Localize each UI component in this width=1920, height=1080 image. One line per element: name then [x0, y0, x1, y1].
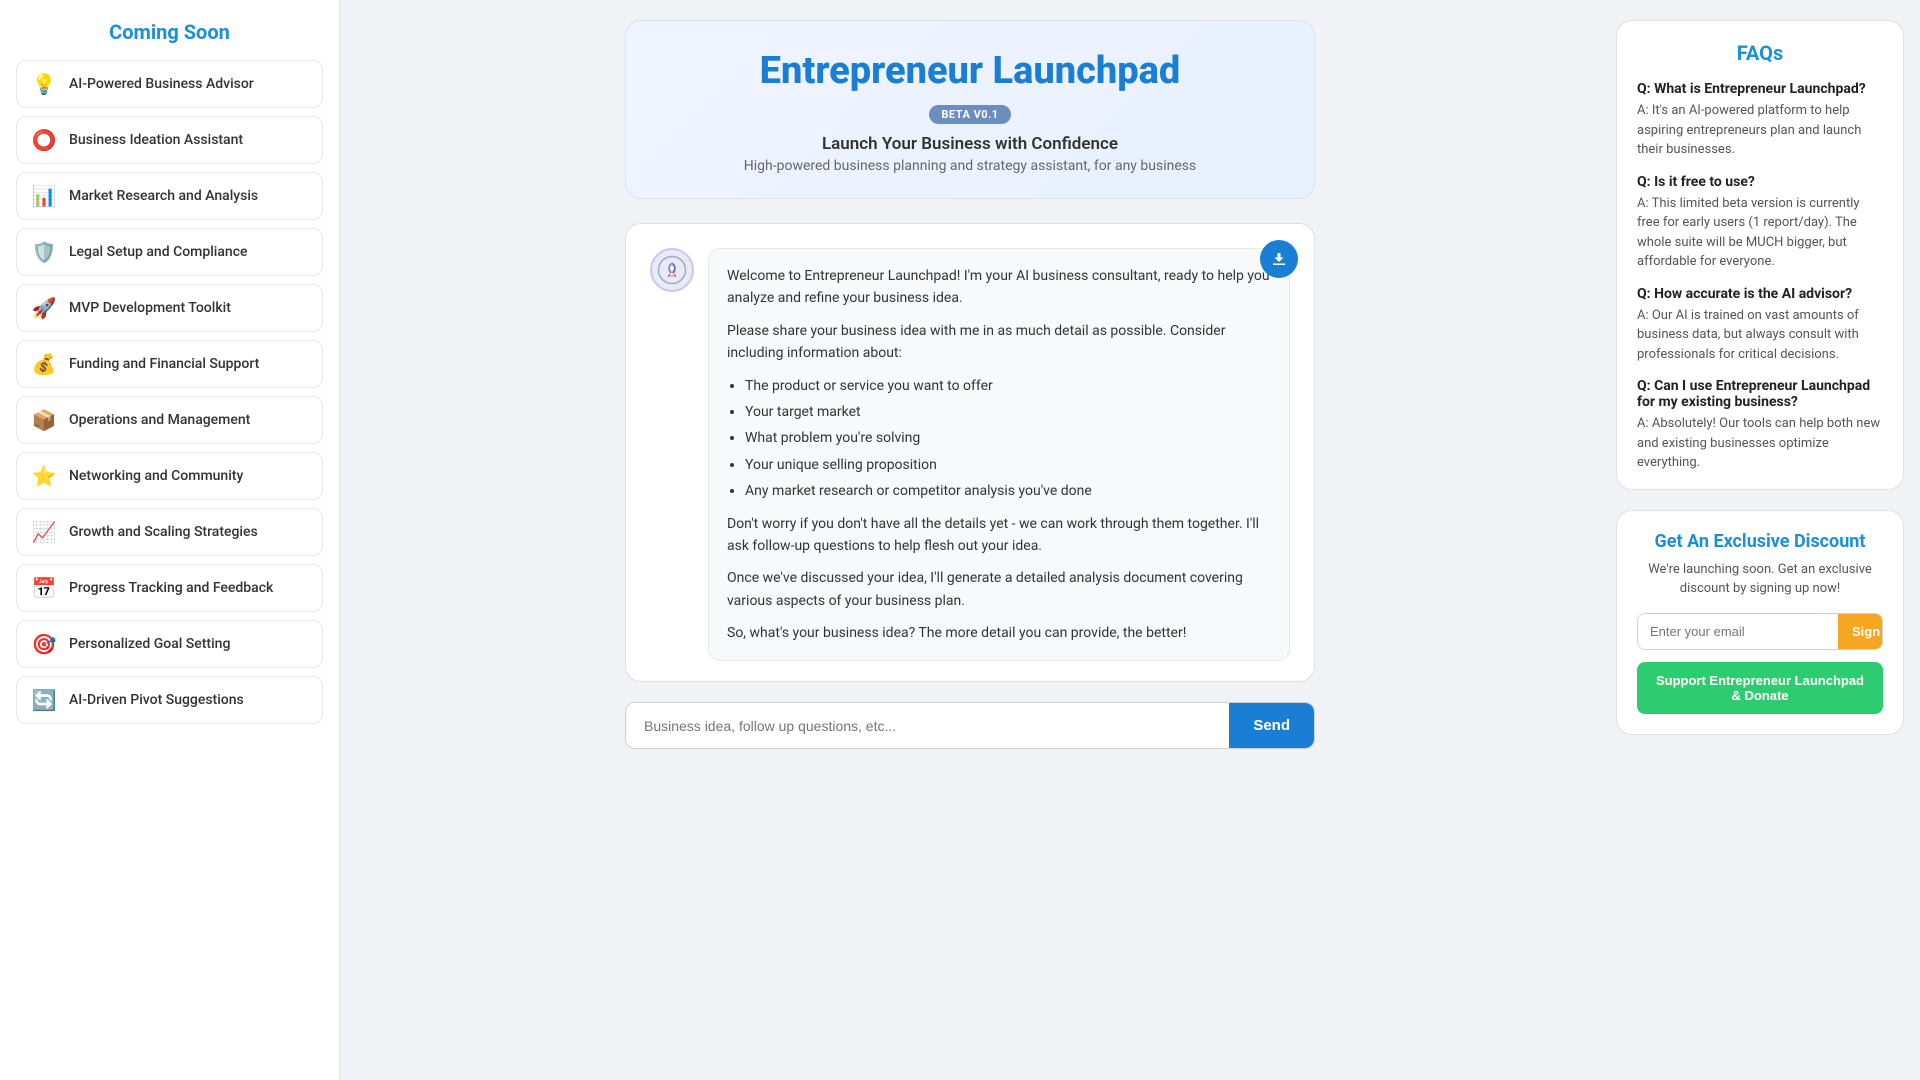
chat-bullet-item: The product or service you want to offer	[745, 375, 1271, 397]
sidebar-item-business-ideation[interactable]: ⭕ Business Ideation Assistant	[16, 116, 323, 164]
sidebar-icon-operations-management: 📦	[31, 408, 57, 432]
chat-p2: Please share your business idea with me …	[727, 320, 1271, 365]
sidebar-icon-ai-business-advisor: 💡	[31, 72, 57, 96]
sidebar-label-networking-community: Networking and Community	[69, 468, 243, 484]
sidebar-icon-networking-community: ⭐	[31, 464, 57, 488]
sidebar-label-operations-management: Operations and Management	[69, 412, 250, 428]
faq-answer-2: A: Our AI is trained on vast amounts of …	[1637, 306, 1883, 365]
faq-question-1: Q: Is it free to use?	[1637, 174, 1883, 190]
sidebar-label-business-ideation: Business Ideation Assistant	[69, 132, 243, 148]
chat-message: Welcome to Entrepreneur Launchpad! I'm y…	[650, 248, 1290, 661]
header-description: High-powered business planning and strat…	[658, 158, 1282, 174]
chat-bullet-item: Your target market	[745, 401, 1271, 423]
chat-p3: Don't worry if you don't have all the de…	[727, 513, 1271, 558]
sidebar-label-mvp-development: MVP Development Toolkit	[69, 300, 231, 316]
sidebar-icon-funding-financial: 💰	[31, 352, 57, 376]
email-row: Sign Up	[1637, 613, 1883, 650]
sidebar-label-personalized-goal: Personalized Goal Setting	[69, 636, 230, 652]
chat-bullet-item: What problem you're solving	[745, 427, 1271, 449]
sidebar-icon-mvp-development: 🚀	[31, 296, 57, 320]
faq-item-3: Q: Can I use Entrepreneur Launchpad for …	[1637, 378, 1883, 473]
sidebar-icon-market-research: 📊	[31, 184, 57, 208]
sidebar-icon-progress-tracking: 📅	[31, 576, 57, 600]
chat-p1: Welcome to Entrepreneur Launchpad! I'm y…	[727, 265, 1271, 310]
right-panel: FAQs Q: What is Entrepreneur Launchpad? …	[1600, 0, 1920, 1080]
sidebar-item-ai-business-advisor[interactable]: 💡 AI-Powered Business Advisor	[16, 60, 323, 108]
faq-answer-3: A: Absolutely! Our tools can help both n…	[1637, 414, 1883, 473]
sidebar-icon-personalized-goal: 🎯	[31, 632, 57, 656]
signup-button[interactable]: Sign Up	[1838, 614, 1883, 649]
sidebar-item-market-research[interactable]: 📊 Market Research and Analysis	[16, 172, 323, 220]
chat-p5: So, what's your business idea? The more …	[727, 622, 1271, 644]
faq-question-0: Q: What is Entrepreneur Launchpad?	[1637, 81, 1883, 97]
faq-items: Q: What is Entrepreneur Launchpad? A: It…	[1637, 81, 1883, 473]
header-subtitle: Launch Your Business with Confidence	[658, 134, 1282, 154]
download-button[interactable]	[1260, 240, 1298, 278]
chat-messages: Welcome to Entrepreneur Launchpad! I'm y…	[626, 224, 1314, 681]
main-content: Entrepreneur Launchpad BETA V0.1 Launch …	[340, 0, 1600, 1080]
faq-item-1: Q: Is it free to use? A: This limited be…	[1637, 174, 1883, 272]
sidebar-icon-business-ideation: ⭕	[31, 128, 57, 152]
faq-answer-1: A: This limited beta version is currentl…	[1637, 194, 1883, 272]
sidebar-item-funding-financial[interactable]: 💰 Funding and Financial Support	[16, 340, 323, 388]
app-title: Entrepreneur Launchpad	[658, 49, 1282, 93]
sidebar-item-ai-pivot[interactable]: 🔄 AI-Driven Pivot Suggestions	[16, 676, 323, 724]
chat-bullets: The product or service you want to offer…	[745, 375, 1271, 503]
sidebar-icon-ai-pivot: 🔄	[31, 688, 57, 712]
sidebar-item-progress-tracking[interactable]: 📅 Progress Tracking and Feedback	[16, 564, 323, 612]
chat-bullet-item: Any market research or competitor analys…	[745, 480, 1271, 502]
faq-item-0: Q: What is Entrepreneur Launchpad? A: It…	[1637, 81, 1883, 160]
avatar	[650, 248, 694, 292]
header-card: Entrepreneur Launchpad BETA V0.1 Launch …	[625, 20, 1315, 199]
send-button[interactable]: Send	[1229, 703, 1314, 748]
faq-question-3: Q: Can I use Entrepreneur Launchpad for …	[1637, 378, 1883, 410]
sidebar-label-ai-pivot: AI-Driven Pivot Suggestions	[69, 692, 244, 708]
input-area: Send	[625, 702, 1315, 749]
discount-card: Get An Exclusive Discount We're launchin…	[1616, 510, 1904, 735]
chat-area: Welcome to Entrepreneur Launchpad! I'm y…	[625, 223, 1315, 682]
sidebar-label-progress-tracking: Progress Tracking and Feedback	[69, 580, 273, 596]
donate-button[interactable]: Support Entrepreneur Launchpad & Donate	[1637, 662, 1883, 714]
sidebar-label-growth-scaling: Growth and Scaling Strategies	[69, 524, 258, 540]
sidebar-icon-legal-setup: 🛡️	[31, 240, 57, 264]
chat-p4: Once we've discussed your idea, I'll gen…	[727, 567, 1271, 612]
faq-question-2: Q: How accurate is the AI advisor?	[1637, 286, 1883, 302]
chat-input[interactable]	[626, 703, 1229, 748]
faq-card: FAQs Q: What is Entrepreneur Launchpad? …	[1616, 20, 1904, 490]
sidebar-item-operations-management[interactable]: 📦 Operations and Management	[16, 396, 323, 444]
sidebar-label-funding-financial: Funding and Financial Support	[69, 356, 259, 372]
sidebar-item-personalized-goal[interactable]: 🎯 Personalized Goal Setting	[16, 620, 323, 668]
chat-bubble: Welcome to Entrepreneur Launchpad! I'm y…	[708, 248, 1290, 661]
email-input[interactable]	[1638, 614, 1838, 649]
sidebar-label-market-research: Market Research and Analysis	[69, 188, 258, 204]
sidebar-item-legal-setup[interactable]: 🛡️ Legal Setup and Compliance	[16, 228, 323, 276]
sidebar-label-legal-setup: Legal Setup and Compliance	[69, 244, 248, 260]
chat-bullet-item: Your unique selling proposition	[745, 454, 1271, 476]
discount-description: We're launching soon. Get an exclusive d…	[1637, 560, 1883, 599]
faq-answer-0: A: It's an AI-powered platform to help a…	[1637, 101, 1883, 160]
sidebar-label-ai-business-advisor: AI-Powered Business Advisor	[69, 76, 254, 92]
faq-title: FAQs	[1637, 41, 1883, 65]
sidebar-title: Coming Soon	[16, 20, 323, 44]
sidebar-item-growth-scaling[interactable]: 📈 Growth and Scaling Strategies	[16, 508, 323, 556]
sidebar: Coming Soon 💡 AI-Powered Business Adviso…	[0, 0, 340, 1080]
faq-item-2: Q: How accurate is the AI advisor? A: Ou…	[1637, 286, 1883, 365]
sidebar-item-mvp-development[interactable]: 🚀 MVP Development Toolkit	[16, 284, 323, 332]
discount-title: Get An Exclusive Discount	[1637, 531, 1883, 552]
beta-badge: BETA V0.1	[929, 105, 1010, 124]
sidebar-icon-growth-scaling: 📈	[31, 520, 57, 544]
sidebar-item-networking-community[interactable]: ⭐ Networking and Community	[16, 452, 323, 500]
